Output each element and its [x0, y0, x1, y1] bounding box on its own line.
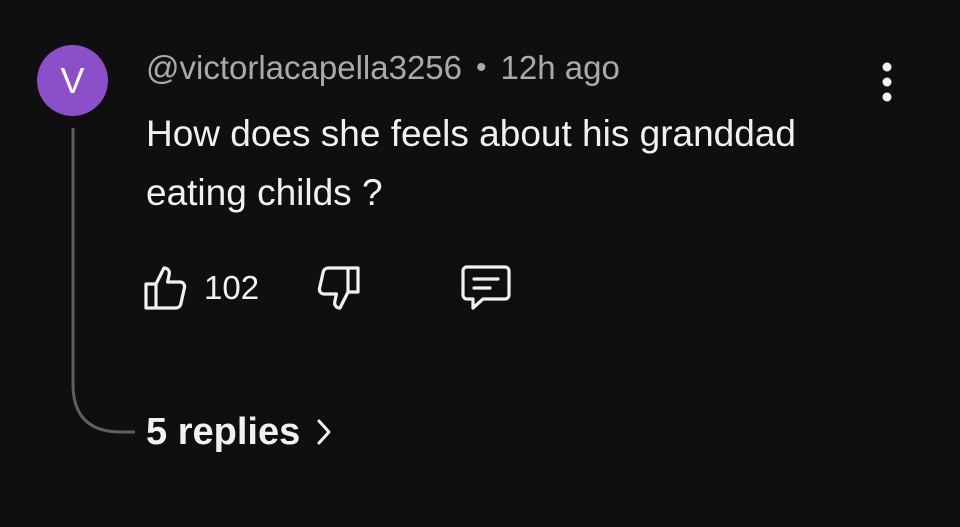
timestamp[interactable]: 12h ago: [501, 49, 620, 87]
chevron-right-icon: [316, 418, 332, 446]
more-vertical-icon: [882, 62, 892, 102]
thumbs-up-icon: [144, 266, 187, 310]
like-count: 102: [204, 269, 260, 306]
avatar-letter: V: [60, 59, 85, 101]
comment-icon: [461, 265, 511, 310]
thread-line: [71, 128, 135, 434]
avatar[interactable]: V: [37, 45, 108, 116]
reply-button[interactable]: [458, 260, 514, 316]
dislike-button[interactable]: [310, 260, 366, 316]
comment-header: @victorlacapella3256 • 12h ago: [146, 48, 620, 88]
view-replies-button[interactable]: 5 replies: [146, 406, 332, 458]
replies-count-label: 5 replies: [146, 410, 301, 453]
separator-dot: •: [476, 51, 487, 84]
like-button[interactable]: 102: [142, 260, 259, 316]
more-actions-button[interactable]: [862, 52, 912, 112]
author-handle[interactable]: @victorlacapella3256: [146, 49, 462, 87]
thumbs-down-icon: [317, 266, 360, 310]
comment-text: How does she feels about his granddad ea…: [146, 113, 796, 213]
